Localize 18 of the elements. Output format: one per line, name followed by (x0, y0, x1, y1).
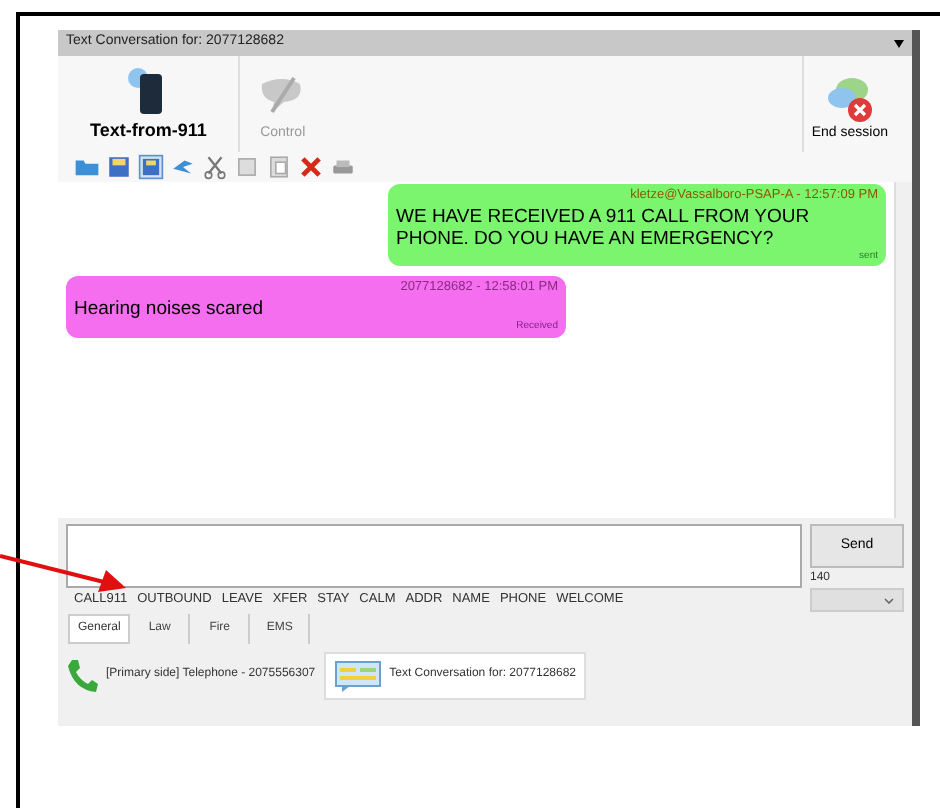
delete-icon[interactable] (298, 154, 324, 180)
chevron-icon (884, 597, 894, 603)
end-chat-icon (825, 75, 874, 123)
dropdown-field[interactable] (810, 588, 904, 612)
save-icon[interactable] (106, 154, 132, 180)
chat-window-icon (333, 659, 382, 692)
save-as-icon[interactable] (138, 154, 164, 180)
message-text: Hearing noises scared (74, 298, 266, 320)
toolbar-button[interactable]: Text-from-911 (74, 56, 223, 152)
dropdown-icon[interactable] (894, 39, 904, 47)
scissors-icon[interactable] (202, 154, 228, 180)
copy-icon[interactable] (234, 154, 260, 180)
annotation-arrow (0, 550, 128, 594)
message-text: WE HAVE RECEIVED A 911 CALL FROM YOUR PHONE. DO YOU HAVE AN EMERGENCY? (396, 205, 812, 250)
message-input[interactable] (66, 524, 802, 588)
paste-icon[interactable] (266, 154, 292, 180)
telephone-icon (66, 657, 98, 694)
scroll-bar[interactable] (894, 182, 912, 518)
